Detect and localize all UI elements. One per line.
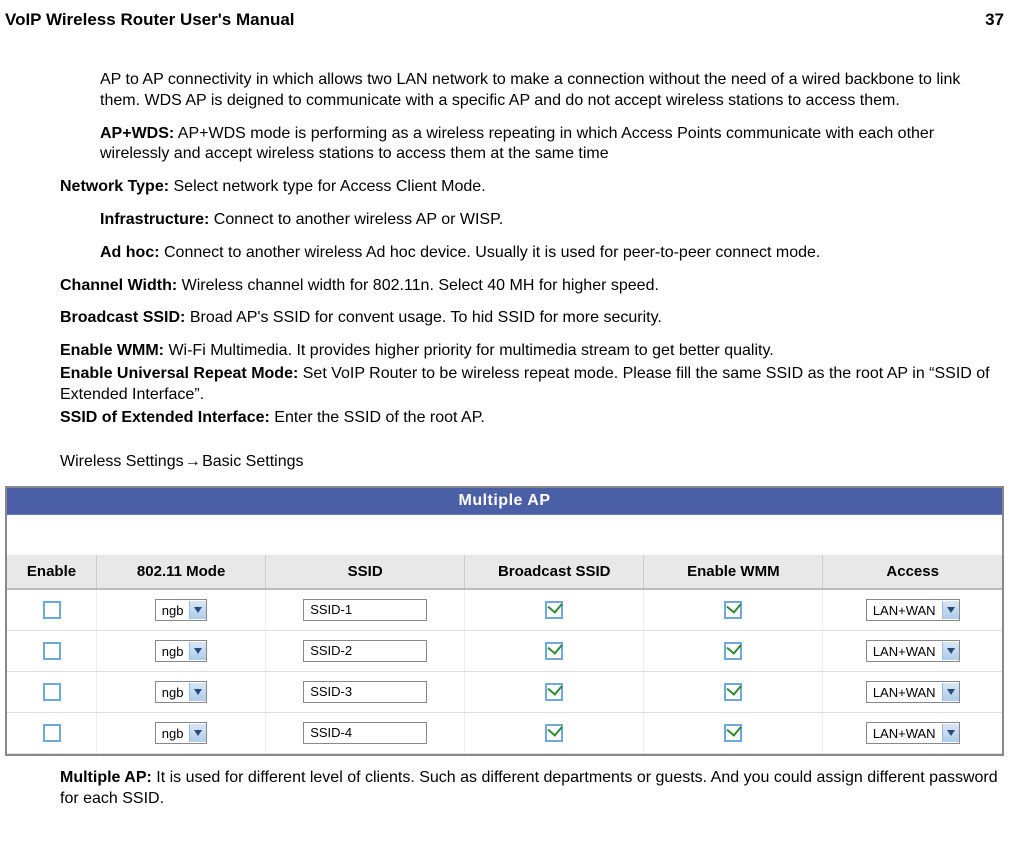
chevron-down-icon [942,601,959,619]
ap-wds-label: AP+WDS: [100,125,174,142]
access-value: LAN+WAN [867,644,942,659]
col-ssid: SSID [266,555,465,589]
breadcrumb-part-b: Basic Settings [202,453,303,470]
channel-width-label: Channel Width: [60,277,177,294]
arrow-icon: → [188,453,198,471]
ssid-input[interactable]: SSID-3 [303,681,427,703]
network-type-label: Network Type: [60,178,169,195]
paragraph-enable-wmm: Enable WMM: Wi-Fi Multimedia. It provide… [60,341,1004,362]
chevron-down-icon [189,601,206,619]
mode-select[interactable]: ngb [155,640,208,662]
access-select[interactable]: LAN+WAN [866,681,960,703]
wmm-checkbox[interactable] [724,683,742,701]
paragraph-broadcast-ssid: Broadcast SSID: Broad AP's SSID for conv… [60,308,1004,329]
access-value: LAN+WAN [867,685,942,700]
col-enable: Enable [7,555,97,589]
wmm-checkbox[interactable] [724,601,742,619]
broadcast-checkbox[interactable] [545,642,563,660]
col-broadcast: Broadcast SSID [465,555,644,589]
universal-repeat-label: Enable Universal Repeat Mode: [60,365,298,382]
enable-wmm-text: Wi-Fi Multimedia. It provides higher pri… [164,342,774,359]
table-row: ngb SSID-3 LAN+WAN [7,672,1002,713]
mode-value: ngb [156,644,190,659]
table-header-row: Enable 802.11 Mode SSID Broadcast SSID E… [7,555,1002,589]
page-header: VoIP Wireless Router User's Manual 37 [5,10,1004,30]
col-access: Access [823,555,1002,589]
paragraph-ap-to-ap: AP to AP connectivity in which allows tw… [60,70,1004,112]
infrastructure-text: Connect to another wireless AP or WISP. [209,211,503,228]
paragraph-ap-wds: AP+WDS: AP+WDS mode is performing as a w… [60,124,1004,166]
enable-wmm-label: Enable WMM: [60,342,164,359]
col-mode: 802.11 Mode [97,555,266,589]
breadcrumb: Wireless Settings → Basic Settings [60,453,1004,471]
breadcrumb-part-a: Wireless Settings [60,453,188,470]
manual-title: VoIP Wireless Router User's Manual [5,10,295,30]
table-row: ngb SSID-4 LAN+WAN [7,713,1002,754]
network-type-text: Select network type for Access Client Mo… [169,178,486,195]
mode-value: ngb [156,603,190,618]
broadcast-checkbox[interactable] [545,683,563,701]
page-number: 37 [985,10,1004,30]
infrastructure-label: Infrastructure: [100,211,209,228]
paragraph-multiple-ap: Multiple AP: It is used for different le… [60,768,1004,810]
wmm-checkbox[interactable] [724,724,742,742]
ap-wds-text: AP+WDS mode is performing as a wireless … [100,125,934,163]
broadcast-ssid-label: Broadcast SSID: [60,309,185,326]
mode-select[interactable]: ngb [155,681,208,703]
mode-select[interactable]: ngb [155,722,208,744]
panel-title: Multiple AP [7,488,1002,515]
multiple-ap-table: Enable 802.11 Mode SSID Broadcast SSID E… [7,515,1002,754]
access-select[interactable]: LAN+WAN [866,599,960,621]
access-value: LAN+WAN [867,726,942,741]
mode-select[interactable]: ngb [155,599,208,621]
paragraph-universal-repeat: Enable Universal Repeat Mode: Set VoIP R… [60,364,1004,406]
chevron-down-icon [189,642,206,660]
enable-checkbox[interactable] [43,724,61,742]
mode-value: ngb [156,685,190,700]
paragraph-adhoc: Ad hoc: Connect to another wireless Ad h… [60,243,1004,264]
paragraph-infrastructure: Infrastructure: Connect to another wirel… [60,210,1004,231]
chevron-down-icon [189,724,206,742]
chevron-down-icon [189,683,206,701]
multiple-ap-label: Multiple AP: [60,769,152,786]
col-wmm: Enable WMM [644,555,823,589]
mode-value: ngb [156,726,190,741]
multiple-ap-panel: Multiple AP Enable 802.11 Mode SSID Broa… [5,486,1004,756]
broadcast-ssid-text: Broad AP's SSID for convent usage. To hi… [185,309,661,326]
broadcast-checkbox[interactable] [545,724,563,742]
chevron-down-icon [942,683,959,701]
chevron-down-icon [942,642,959,660]
ssid-input[interactable]: SSID-2 [303,640,427,662]
paragraph-channel-width: Channel Width: Wireless channel width fo… [60,276,1004,297]
ssid-input[interactable]: SSID-1 [303,599,427,621]
paragraph-network-type: Network Type: Select network type for Ac… [60,177,1004,198]
channel-width-text: Wireless channel width for 802.11n. Sele… [177,277,659,294]
enable-checkbox[interactable] [43,601,61,619]
enable-checkbox[interactable] [43,683,61,701]
access-select[interactable]: LAN+WAN [866,640,960,662]
table-row: ngb SSID-2 LAN+WAN [7,631,1002,672]
ssid-extended-label: SSID of Extended Interface: [60,409,270,426]
ssid-input[interactable]: SSID-4 [303,722,427,744]
adhoc-label: Ad hoc: [100,244,160,261]
adhoc-text: Connect to another wireless Ad hoc devic… [160,244,821,261]
paragraph-ssid-extended: SSID of Extended Interface: Enter the SS… [60,408,1004,429]
table-row: ngb SSID-1 LAN+WAN [7,589,1002,631]
chevron-down-icon [942,724,959,742]
wmm-checkbox[interactable] [724,642,742,660]
access-select[interactable]: LAN+WAN [866,722,960,744]
enable-checkbox[interactable] [43,642,61,660]
broadcast-checkbox[interactable] [545,601,563,619]
access-value: LAN+WAN [867,603,942,618]
ssid-extended-text: Enter the SSID of the root AP. [270,409,485,426]
multiple-ap-text: It is used for different level of client… [60,769,998,807]
